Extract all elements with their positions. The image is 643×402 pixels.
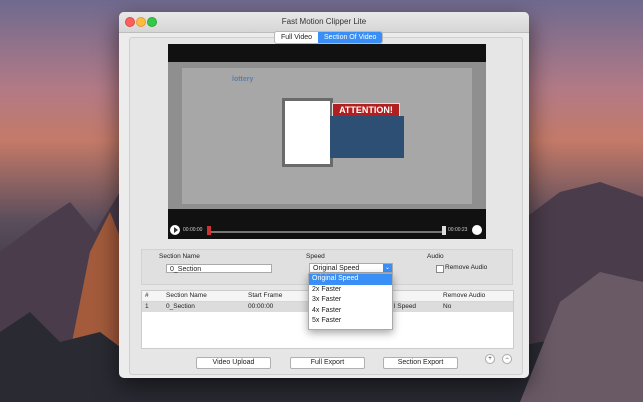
tab-full-video[interactable]: Full Video	[275, 32, 318, 43]
remove-audio-checkbox[interactable]	[436, 265, 444, 273]
speed-label: Speed	[306, 253, 325, 260]
speed-option-2x[interactable]: 2x Faster	[309, 285, 392, 296]
col-header-section-name: Section Name	[166, 292, 207, 299]
video-player: lottery ATTENTION! 00:00:00 00:00:23	[168, 44, 486, 239]
col-header-start-frame: Start Frame	[248, 292, 283, 299]
col-header-remove-audio: Remove Audio	[443, 292, 486, 299]
title-bar: Fast Motion Clipper Lite	[119, 12, 529, 33]
mode-tabs: Full Video Section Of Video	[274, 31, 384, 44]
speed-option-5x[interactable]: 5x Faster	[309, 316, 392, 327]
dialog-body	[330, 116, 404, 158]
total-time: 00:00:23	[448, 227, 468, 233]
cell-section-name: 0_Section	[166, 303, 195, 310]
end-marker-handle[interactable]	[442, 226, 446, 235]
audio-label: Audio	[427, 253, 444, 260]
remove-audio-label: Remove Audio	[445, 264, 488, 271]
current-time: 00:00:00	[183, 227, 203, 233]
video-thumbnail-box	[282, 98, 333, 167]
play-icon[interactable]	[170, 225, 180, 235]
speed-select[interactable]: Original Speed ⌄	[309, 263, 393, 273]
speed-option-original[interactable]: Original Speed	[309, 274, 392, 285]
cell-remove-audio: No	[443, 303, 452, 310]
cell-num: 1	[145, 303, 149, 310]
site-logo: lottery	[232, 76, 254, 83]
volume-icon[interactable]	[472, 225, 482, 235]
attention-banner: ATTENTION!	[332, 103, 400, 117]
speed-select-value: Original Speed	[313, 265, 360, 272]
section-name-label: Section Name	[159, 253, 200, 260]
add-section-button[interactable]: +	[485, 354, 495, 364]
window-title: Fast Motion Clipper Lite	[281, 17, 367, 26]
cell-start-frame: 00:00:00	[248, 303, 274, 310]
player-controls: 00:00:00 00:00:23	[168, 225, 486, 239]
cell-speed: l Speed	[394, 303, 417, 310]
section-export-button[interactable]: Section Export	[383, 357, 458, 369]
full-export-button[interactable]: Full Export	[290, 357, 365, 369]
chevron-down-icon: ⌄	[383, 264, 392, 272]
section-name-input[interactable]: 0_Section	[166, 264, 272, 273]
video-upload-button[interactable]: Video Upload	[196, 357, 271, 369]
speed-option-4x[interactable]: 4x Faster	[309, 306, 392, 317]
speed-dropdown-menu: Original Speed 2x Faster 3x Faster 4x Fa…	[308, 273, 393, 330]
video-frame[interactable]: lottery ATTENTION!	[168, 62, 486, 209]
video-content: lottery ATTENTION!	[182, 68, 472, 204]
tab-section-of-video[interactable]: Section Of Video	[318, 32, 383, 43]
col-header-num: #	[145, 292, 149, 299]
speed-option-3x[interactable]: 3x Faster	[309, 295, 392, 306]
remove-section-button[interactable]: −	[502, 354, 512, 364]
seek-bar[interactable]	[207, 226, 446, 235]
start-marker-handle[interactable]	[207, 226, 211, 235]
